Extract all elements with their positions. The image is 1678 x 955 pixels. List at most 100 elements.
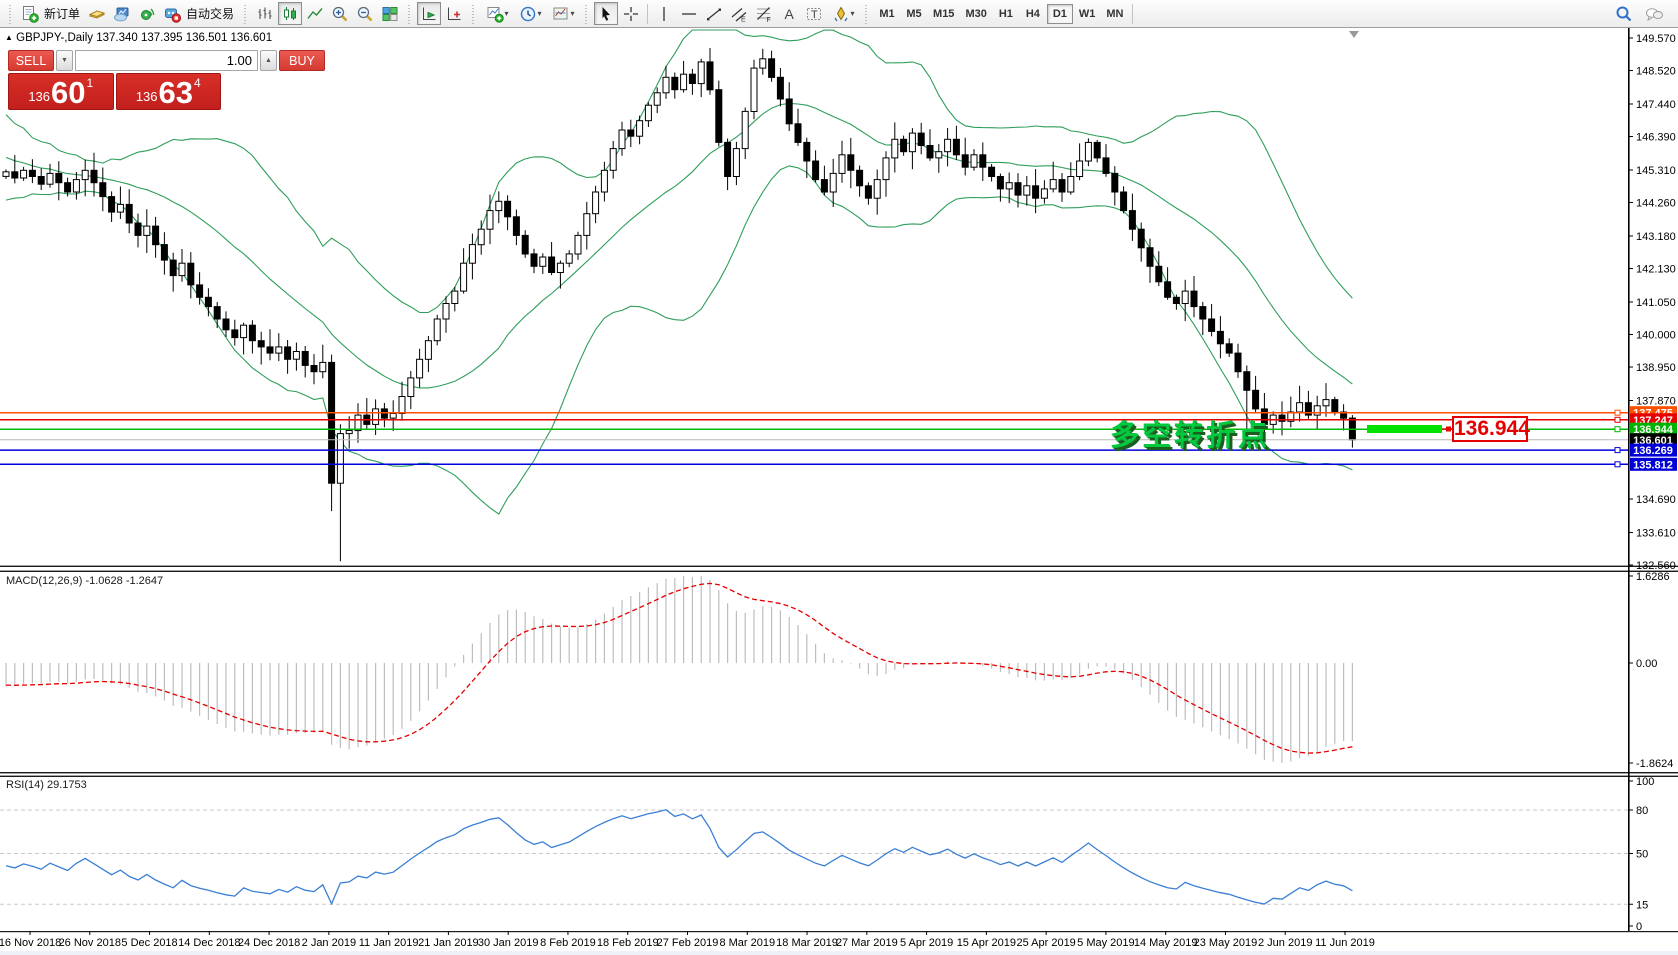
zoom-out-icon	[356, 5, 374, 23]
zoom-in-icon	[331, 5, 349, 23]
macd-panel-area[interactable]	[0, 572, 1628, 772]
tile-windows-button[interactable]	[378, 2, 402, 25]
candlestick-chart-button[interactable]	[278, 2, 302, 25]
auto-trading-icon	[163, 5, 181, 23]
vertical-line-tool-button[interactable]	[652, 2, 676, 25]
collapse-arrow-icon[interactable]: ▲	[5, 33, 13, 42]
svg-text:A: A	[785, 6, 795, 22]
crosshair-icon	[622, 5, 640, 23]
sell-button[interactable]: SELL	[8, 50, 54, 71]
volume-increase-button[interactable]: ▲	[260, 50, 277, 71]
panel-splitter[interactable]	[0, 772, 1678, 773]
chart-shift-icon	[445, 5, 463, 23]
symbol-period-label: GBPJPY-,Daily	[16, 32, 93, 44]
timeframe-m15-button[interactable]: M15	[928, 4, 959, 24]
zoom-out-button[interactable]	[353, 2, 377, 25]
fibonacci-tool-button[interactable]: F	[752, 2, 776, 25]
horizontal-line-tool-button[interactable]	[677, 2, 701, 25]
cursor-tool-button[interactable]	[594, 2, 618, 25]
new-order-button[interactable]	[18, 2, 42, 25]
bar-chart-button[interactable]	[253, 2, 277, 25]
chevron-down-icon: ▾	[571, 9, 575, 18]
svg-text:E: E	[741, 16, 746, 23]
ohlc-values: 137.340 137.395 136.501 136.601	[96, 32, 272, 44]
text-tool-button[interactable]: A	[777, 2, 801, 25]
indicators-button[interactable]: ▾	[481, 2, 513, 25]
sell-price-figure: 136	[28, 89, 50, 104]
rsi-indicator-label: RSI(14) 29.1753	[6, 779, 87, 791]
trendline-tool-button[interactable]	[702, 2, 726, 25]
buy-button[interactable]: BUY	[279, 50, 325, 71]
text-label-icon: T	[805, 5, 823, 23]
auto-scroll-button[interactable]	[417, 2, 441, 25]
toolbar-handle[interactable]	[470, 3, 477, 25]
buy-price-figure: 136	[136, 89, 158, 104]
timeframe-m5-button[interactable]: M5	[901, 4, 927, 24]
price-axis[interactable]	[1628, 28, 1678, 931]
buy-price-button[interactable]: 136 63 4	[116, 73, 222, 110]
signal-icon	[138, 5, 156, 23]
bottom-strip	[0, 951, 1678, 955]
buy-price-point: 4	[194, 76, 201, 90]
sell-price-point: 1	[87, 76, 94, 90]
clock-icon	[519, 5, 537, 23]
macd-indicator-label: MACD(12,26,9) -1.0628 -1.2647	[6, 575, 163, 587]
rsi-panel-area[interactable]	[0, 777, 1628, 931]
zoom-in-button[interactable]	[328, 2, 352, 25]
chevron-down-icon: ▾	[851, 9, 855, 18]
toolbar-handle[interactable]	[406, 3, 413, 25]
chart-shift-button[interactable]	[442, 2, 466, 25]
chevron-down-icon: ▾	[538, 9, 542, 18]
toolbar-handle[interactable]	[583, 3, 590, 25]
timeframe-d1-button[interactable]: D1	[1047, 4, 1073, 24]
chevron-down-icon: ▾	[505, 9, 509, 18]
toolbar-handle[interactable]	[863, 3, 870, 25]
sell-price-button[interactable]: 136 60 1	[8, 73, 114, 110]
main-chart-area[interactable]	[0, 28, 1628, 566]
new-order-label: 新订单	[43, 5, 84, 22]
line-chart-button[interactable]	[303, 2, 327, 25]
channel-tool-button[interactable]: E	[727, 2, 751, 25]
search-button[interactable]	[1612, 2, 1636, 25]
fibonacci-icon: F	[755, 5, 773, 23]
timeframe-m30-button[interactable]: M30	[960, 4, 991, 24]
templates-button[interactable]: ▾	[547, 2, 579, 25]
cloud-icon	[113, 5, 131, 23]
chart-text-annotation[interactable]: 多空转折点	[1110, 412, 1270, 454]
vertical-line-icon	[655, 5, 673, 23]
auto-trading-label: 自动交易	[185, 5, 238, 22]
candlestick-chart-icon	[281, 5, 299, 23]
periods-button[interactable]: ▾	[514, 2, 546, 25]
arrows-tool-button[interactable]: ▾	[827, 2, 859, 25]
time-axis[interactable]	[0, 931, 1628, 951]
volume-input[interactable]	[75, 50, 258, 71]
timeframe-mn-button[interactable]: MN	[1101, 4, 1128, 24]
equidistant-channel-icon: E	[730, 5, 748, 23]
toolbar-separator	[1132, 4, 1133, 24]
volume-decrease-button[interactable]: ▼	[56, 50, 73, 71]
text-label-tool-button[interactable]: T	[802, 2, 826, 25]
book-icon	[88, 5, 106, 23]
chart-title: ▲ GBPJPY-,Daily 137.340 137.395 136.501 …	[5, 32, 272, 44]
arrows-icon	[832, 5, 850, 23]
toolbar-handle[interactable]	[242, 3, 249, 25]
svg-text:T: T	[811, 9, 818, 21]
timeframe-m1-button[interactable]: M1	[874, 4, 900, 24]
search-icon	[1615, 5, 1633, 23]
toolbar-handle[interactable]	[7, 3, 14, 25]
crosshair-tool-button[interactable]	[619, 2, 643, 25]
timeframe-h1-button[interactable]: H1	[993, 4, 1019, 24]
signals-button[interactable]	[135, 2, 159, 25]
timeframe-h4-button[interactable]: H4	[1020, 4, 1046, 24]
bar-chart-icon	[256, 5, 274, 23]
community-chat-button[interactable]	[1642, 2, 1666, 25]
price-callout-label[interactable]: 136.944	[1452, 416, 1528, 442]
auto-trading-button[interactable]	[160, 2, 184, 25]
market-watch-button[interactable]	[110, 2, 134, 25]
mt4-window: 新订单	[0, 0, 1678, 955]
timeframe-w1-button[interactable]: W1	[1074, 4, 1101, 24]
buy-price-pips: 63	[159, 78, 193, 107]
trendline-icon	[705, 5, 723, 23]
history-center-button[interactable]	[85, 2, 109, 25]
one-click-trading-panel: SELL ▼ ▲ BUY 136 60 1 136 63 4	[8, 50, 221, 110]
